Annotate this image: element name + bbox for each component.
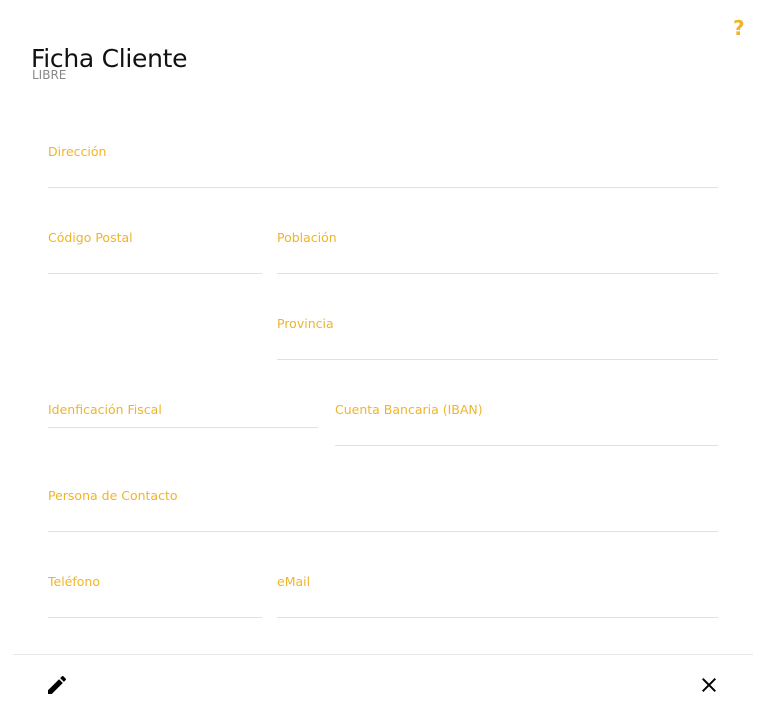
poblacion-field: Población — [277, 230, 718, 274]
telefono-underline — [48, 617, 262, 618]
provincia-field: Provincia — [277, 316, 718, 360]
page-subtitle: LIBRE — [32, 68, 67, 82]
direccion-underline — [48, 187, 718, 188]
close-button[interactable] — [697, 673, 721, 697]
provincia-label: Provincia — [277, 316, 334, 331]
footer-divider — [13, 654, 753, 655]
direccion-field: Dirección — [48, 144, 718, 188]
codigo-postal-underline — [48, 273, 262, 274]
direccion-label: Dirección — [48, 144, 107, 159]
edit-button[interactable] — [45, 673, 69, 697]
codigo-postal-input[interactable] — [48, 244, 262, 266]
provincia-input[interactable] — [277, 330, 718, 352]
cuenta-bancaria-underline — [335, 445, 718, 446]
telefono-label: Teléfono — [48, 574, 100, 589]
email-input[interactable] — [277, 588, 718, 610]
identificacion-fiscal-input[interactable] — [48, 414, 318, 426]
email-label: eMail — [277, 574, 311, 589]
identificacion-fiscal-field: Idenficación Fiscal — [48, 402, 318, 428]
close-icon — [702, 678, 716, 692]
poblacion-input[interactable] — [277, 244, 718, 266]
identificacion-fiscal-underline — [48, 427, 318, 428]
poblacion-underline — [277, 273, 718, 274]
codigo-postal-field: Código Postal — [48, 230, 262, 274]
direccion-input[interactable] — [48, 158, 718, 180]
poblacion-label: Población — [277, 230, 337, 245]
codigo-postal-label: Código Postal — [48, 230, 133, 245]
persona-contacto-field: Persona de Contacto — [48, 488, 718, 532]
email-underline — [277, 617, 718, 618]
pencil-icon — [48, 675, 67, 694]
cuenta-bancaria-label: Cuenta Bancaria (IBAN) — [335, 402, 483, 417]
telefono-input[interactable] — [48, 588, 262, 610]
provincia-underline — [277, 359, 718, 360]
cuenta-bancaria-input[interactable] — [335, 416, 718, 438]
help-button[interactable]: ? — [733, 16, 745, 40]
persona-contacto-label: Persona de Contacto — [48, 488, 178, 503]
telefono-field: Teléfono — [48, 574, 262, 618]
cuenta-bancaria-field: Cuenta Bancaria (IBAN) — [335, 402, 718, 446]
email-field: eMail — [277, 574, 718, 618]
persona-contacto-input[interactable] — [48, 502, 718, 524]
persona-contacto-underline — [48, 531, 718, 532]
client-card-dialog: ? Ficha Cliente LIBRE Dirección Código P… — [0, 0, 768, 708]
